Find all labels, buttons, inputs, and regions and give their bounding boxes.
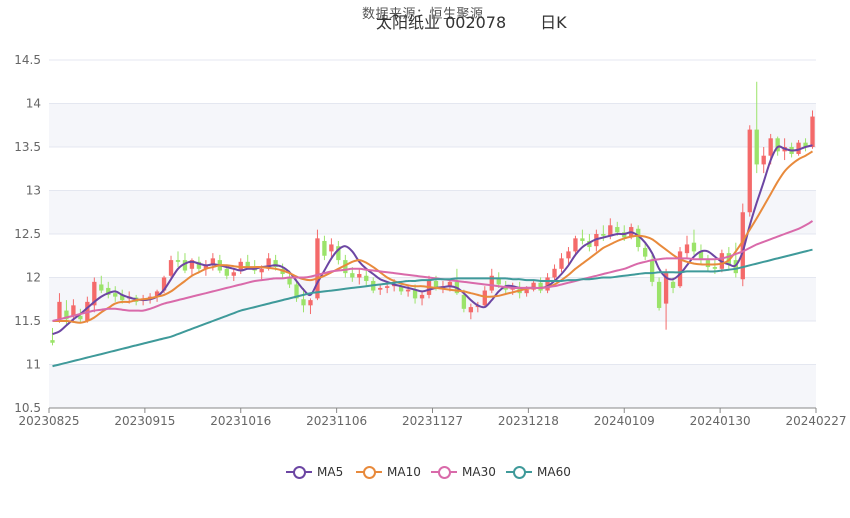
plot-band <box>49 103 816 147</box>
candle-body <box>615 227 620 233</box>
candle-body <box>259 268 264 273</box>
y-tick-label: 11 <box>26 358 41 372</box>
candle-body <box>552 268 557 278</box>
candle-body <box>364 275 369 281</box>
y-tick-label: 13.5 <box>14 140 41 154</box>
candle-body <box>482 290 487 306</box>
candle-body <box>50 340 55 343</box>
y-tick-label: 13 <box>26 184 41 198</box>
candlestick-chart[interactable]: 10.51111.51212.51313.51414.5 20230825 202… <box>0 0 850 450</box>
y-tick-label: 14 <box>26 97 41 111</box>
candle-body <box>768 138 773 156</box>
plot-band <box>49 364 816 408</box>
candle-body <box>649 260 655 282</box>
candle-body <box>566 251 571 259</box>
candle-body <box>378 287 383 290</box>
candle-body <box>747 129 752 213</box>
x-tick-label: 20231106 <box>306 414 367 428</box>
candle-body <box>175 260 181 262</box>
x-tick-label: 20231218 <box>498 414 559 428</box>
x-tick-label: 20231016 <box>210 414 271 428</box>
y-tick-label: 12.5 <box>14 227 41 241</box>
candle-body <box>670 281 676 288</box>
candle-body <box>656 281 662 308</box>
candle-body <box>357 274 362 278</box>
candle-body <box>385 286 390 288</box>
candle-body <box>761 155 766 165</box>
candle-body <box>608 225 613 236</box>
candle-body <box>691 242 697 252</box>
candle-body <box>524 289 529 294</box>
candle-body <box>468 307 474 313</box>
legend-ma5-label: MA5 <box>317 465 344 479</box>
legend-ma5-symbol <box>286 465 312 479</box>
candle-body <box>224 268 229 276</box>
x-tick-label: 20230825 <box>18 414 79 428</box>
y-tick-label: 10.5 <box>14 401 41 415</box>
x-tick-label: 20240109 <box>594 414 655 428</box>
candle-body <box>57 301 62 320</box>
candle-body <box>168 260 174 276</box>
candle-body <box>329 244 334 252</box>
legend-item-ma10[interactable]: MA10 <box>356 462 421 482</box>
candle-body <box>405 289 411 292</box>
candle-body <box>684 244 690 254</box>
moving-average-lines <box>52 144 814 368</box>
candle-body <box>712 267 718 269</box>
legend-item-ma60[interactable]: MA60 <box>506 462 571 482</box>
candle-body <box>545 277 550 291</box>
candle-body <box>538 282 543 291</box>
candle-body <box>573 238 578 252</box>
legend-item-ma30[interactable]: MA30 <box>431 462 496 482</box>
legend-ma30-symbol <box>431 465 457 479</box>
candle-body <box>754 129 759 165</box>
legend-ma10-label: MA10 <box>387 465 421 479</box>
candle-body <box>113 293 118 297</box>
candle-body <box>322 240 327 256</box>
legend-ma10-symbol <box>356 465 382 479</box>
candle-body <box>643 247 648 257</box>
plot-band <box>49 190 816 234</box>
x-tick-label: 20240227 <box>785 414 846 428</box>
legend-ma60-label: MA60 <box>537 465 571 479</box>
y-tick-label: 14.5 <box>14 53 41 67</box>
candle-body <box>559 258 564 269</box>
candle-body <box>99 284 104 291</box>
legend-ma30-label: MA30 <box>462 465 496 479</box>
candle-body <box>350 273 355 278</box>
candle-body <box>315 238 320 299</box>
y-tick-label: 11.5 <box>14 314 41 328</box>
candle-body <box>580 238 585 241</box>
legend-item-ma5[interactable]: MA5 <box>286 462 343 482</box>
candle-body <box>461 294 467 309</box>
candle-body <box>231 272 236 276</box>
candle-body <box>419 294 425 299</box>
candle-body <box>308 300 313 306</box>
candle-body <box>601 234 606 236</box>
x-tick-label: 20231127 <box>402 414 463 428</box>
candle-body <box>810 116 815 147</box>
candle-body <box>301 299 306 306</box>
x-tick-label: 20230915 <box>114 414 175 428</box>
candle-body <box>677 251 683 287</box>
y-axis-labels: 10.5 11 11.5 12 12.5 13 13.5 14 14.5 <box>14 53 41 415</box>
legend: MA5 MA10 MA30 MA60 <box>0 462 850 482</box>
x-tick-label: 20240130 <box>690 414 751 428</box>
y-tick-label: 12 <box>26 271 41 285</box>
legend-ma60-symbol <box>506 465 532 479</box>
x-axis: 20230825 20230915 20231016 20231106 20231127… <box>18 407 847 428</box>
